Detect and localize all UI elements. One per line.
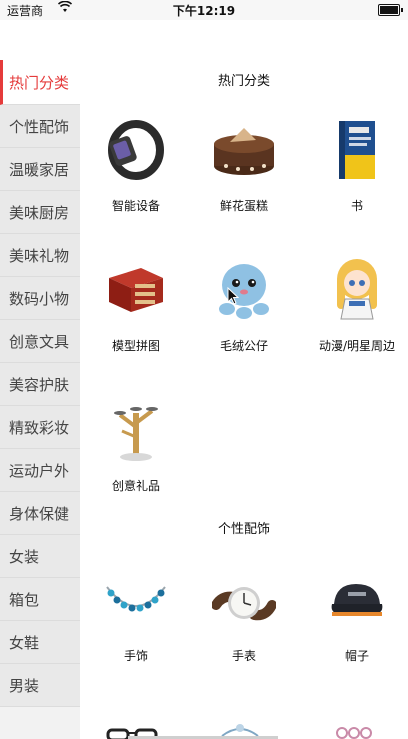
sidebar-item-label: 创意文具 xyxy=(9,332,70,351)
category-label: 鲜花蛋糕 xyxy=(219,199,268,213)
watch-icon xyxy=(209,565,279,635)
sidebar-item-stationery[interactable]: 创意文具 xyxy=(0,320,80,363)
category-cell-books[interactable]: 书 xyxy=(302,115,408,214)
sidebar-item-label: 美味厨房 xyxy=(9,203,70,222)
category-label: 书 xyxy=(350,199,363,213)
sidebar-item-label: 精致彩妆 xyxy=(9,418,70,437)
sidebar-item-label: 箱包 xyxy=(9,590,40,609)
category-label: 创意礼品 xyxy=(111,479,160,493)
category-label: 帽子 xyxy=(344,649,369,663)
sidebar-item-label: 运动户外 xyxy=(9,461,70,480)
sidebar-item-label: 男装 xyxy=(9,676,40,695)
category-label: 毛绒公仔 xyxy=(219,339,268,353)
sidebar-item-label: 个性配饰 xyxy=(9,117,70,136)
category-sidebar[interactable]: 热门分类 个性配饰 温暖家居 美味厨房 美味礼物 数码小物 创意文具 美容护肤 … xyxy=(0,60,80,739)
sidebar-item-womens-clothing[interactable]: 女装 xyxy=(0,535,80,578)
battery-icon xyxy=(378,4,403,16)
category-cell-hand-accessories[interactable]: 手饰 xyxy=(81,565,191,664)
sidebar-item-label: 女鞋 xyxy=(9,633,40,652)
category-content[interactable]: 热门分类 智能设备 鲜花蛋糕 书 模型拼图 毛绒公仔 动漫/明星周边 创意礼品 … xyxy=(80,20,408,739)
sidebar-item-makeup[interactable]: 精致彩妆 xyxy=(0,406,80,449)
category-label: 手表 xyxy=(231,649,256,663)
smart-band-icon xyxy=(101,115,171,185)
sidebar-item-outdoor[interactable]: 运动户外 xyxy=(0,449,80,492)
category-label: 模型拼图 xyxy=(111,339,160,353)
sidebar-item-label: 热门分类 xyxy=(9,73,70,92)
sidebar-item-label: 女装 xyxy=(9,547,40,566)
section-title: 热门分类 xyxy=(217,74,270,89)
category-label: 动漫/明星周边 xyxy=(318,339,396,353)
cap-icon xyxy=(322,565,392,635)
sidebar-item-skincare[interactable]: 美容护肤 xyxy=(0,363,80,406)
category-cell-smart-devices[interactable]: 智能设备 xyxy=(81,115,191,214)
cake-icon xyxy=(209,115,279,185)
category-cell-watches[interactable]: 手表 xyxy=(189,565,299,664)
category-cell-flowers-cakes[interactable]: 鲜花蛋糕 xyxy=(189,115,299,214)
bracelet-icon xyxy=(101,565,171,635)
sidebar-item-home[interactable]: 温暖家居 xyxy=(0,148,80,191)
category-cell-plush-toys[interactable]: 毛绒公仔 xyxy=(189,255,299,354)
creative-gift-icon xyxy=(101,395,171,465)
category-cell-model-puzzle[interactable]: 模型拼图 xyxy=(81,255,191,354)
category-cell-creative-gifts[interactable]: 创意礼品 xyxy=(81,395,191,494)
category-cell-anime-idol[interactable]: 动漫/明星周边 xyxy=(302,255,408,354)
sidebar-item-food-gifts[interactable]: 美味礼物 xyxy=(0,234,80,277)
sidebar-item-digital[interactable]: 数码小物 xyxy=(0,277,80,320)
sidebar-item-kitchen[interactable]: 美味厨房 xyxy=(0,191,80,234)
category-label: 手饰 xyxy=(123,649,148,663)
charm-icon xyxy=(332,724,376,739)
status-bar: 运营商 下午12:19 xyxy=(0,0,408,20)
sidebar-item-label: 美容护肤 xyxy=(9,375,70,394)
plush-toy-icon xyxy=(209,255,279,325)
sidebar-item-mens-clothing[interactable]: 男装 xyxy=(0,664,80,707)
sidebar-item-accessories[interactable]: 个性配饰 xyxy=(0,105,80,148)
sidebar-item-label: 数码小物 xyxy=(9,289,70,308)
sidebar-item-label: 温暖家居 xyxy=(9,160,70,179)
puzzle-model-icon xyxy=(101,255,171,325)
clock: 下午12:19 xyxy=(172,4,236,18)
sidebar-item-womens-shoes[interactable]: 女鞋 xyxy=(0,621,80,664)
sidebar-item-label: 身体保健 xyxy=(9,504,70,523)
mouse-cursor-icon xyxy=(227,286,240,309)
sidebar-item-label: 美味礼物 xyxy=(9,246,70,265)
category-cell-hats[interactable]: 帽子 xyxy=(302,565,408,664)
anime-figure-icon xyxy=(322,255,392,325)
sidebar-item-bags[interactable]: 箱包 xyxy=(0,578,80,621)
category-label: 智能设备 xyxy=(111,199,160,213)
section-title: 个性配饰 xyxy=(217,522,270,537)
sidebar-item-hot[interactable]: 热门分类 xyxy=(0,60,80,105)
book-icon xyxy=(322,115,392,185)
sidebar-item-health[interactable]: 身体保健 xyxy=(0,492,80,535)
